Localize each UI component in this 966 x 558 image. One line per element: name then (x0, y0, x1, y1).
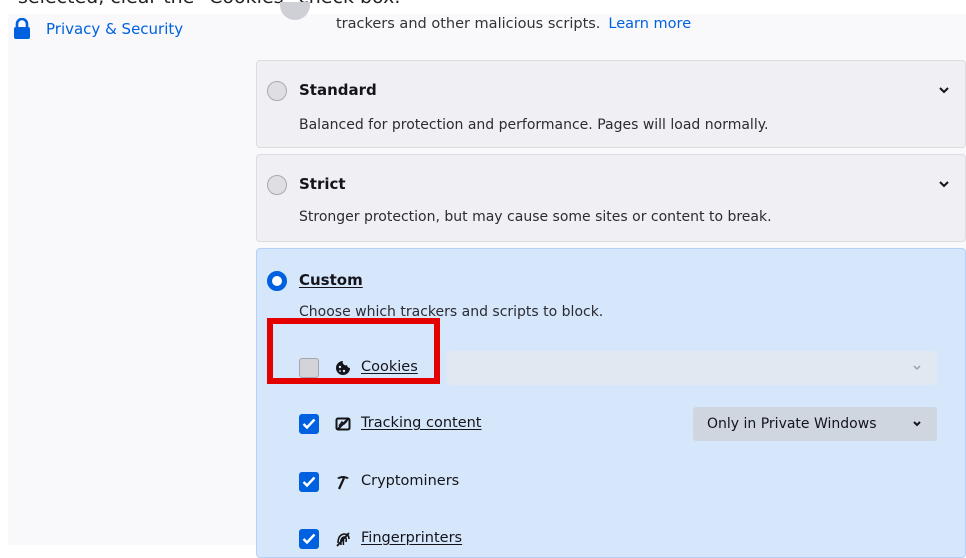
instruction-caption: selected, clear the "Cookies" check box. (0, 0, 966, 14)
intro-text: trackers and other malicious scripts. Lea… (336, 16, 691, 32)
option-strict[interactable]: Strict Stronger protection, but may caus… (256, 154, 966, 242)
option-custom[interactable]: Custom Choose which trackers and scripts… (256, 248, 966, 558)
cryptominers-label: Cryptominers (361, 473, 460, 489)
lock-icon (12, 17, 32, 40)
tracking-select-value: Only in Private Windows (707, 416, 877, 432)
option-standard[interactable]: Standard Balanced for protection and per… (256, 60, 966, 148)
intro-description: trackers and other malicious scripts. (336, 16, 601, 32)
cookies-type-select[interactable] (447, 351, 937, 385)
learn-more-link[interactable]: Learn more (608, 16, 691, 32)
enhanced-protection-graphic (280, 2, 310, 20)
chevron-down-icon[interactable] (937, 177, 951, 191)
fingerprinters-checkbox[interactable] (299, 529, 319, 549)
sidebar-item-label: Privacy & Security (46, 20, 184, 38)
standard-radio[interactable] (267, 81, 287, 101)
cryptominers-checkbox[interactable] (299, 472, 319, 492)
standard-description: Balanced for protection and performance.… (299, 117, 769, 133)
custom-radio[interactable] (267, 271, 287, 291)
chevron-down-icon (913, 421, 921, 427)
tracking-content-label-text: Tracking content (361, 415, 482, 431)
standard-title-text: Standard (299, 81, 377, 99)
cookies-highlight-box (267, 318, 440, 384)
cryptominer-icon (337, 476, 349, 490)
strict-radio[interactable] (267, 175, 287, 195)
settings-window: Privacy & Security trackers and other ma… (8, 2, 966, 558)
tracking-content-label: Tracking content (361, 415, 482, 431)
sidebar: Privacy & Security (8, 14, 248, 545)
strict-description: Stronger protection, but may cause some … (299, 209, 772, 225)
custom-title: Custom (299, 271, 363, 289)
chevron-down-icon (913, 365, 921, 371)
chevron-down-icon[interactable] (937, 83, 951, 97)
fingerprinters-label: Fingerprinters (361, 530, 463, 546)
standard-title: Standard (299, 81, 377, 99)
tracking-content-select[interactable]: Only in Private Windows (693, 407, 937, 441)
main-content: trackers and other malicious scripts. Lea… (256, 2, 966, 558)
tracking-icon (335, 417, 351, 431)
tracking-content-checkbox[interactable] (299, 414, 319, 434)
sidebar-item-privacy-security[interactable]: Privacy & Security (12, 16, 183, 42)
strict-title: Strict (299, 175, 346, 193)
